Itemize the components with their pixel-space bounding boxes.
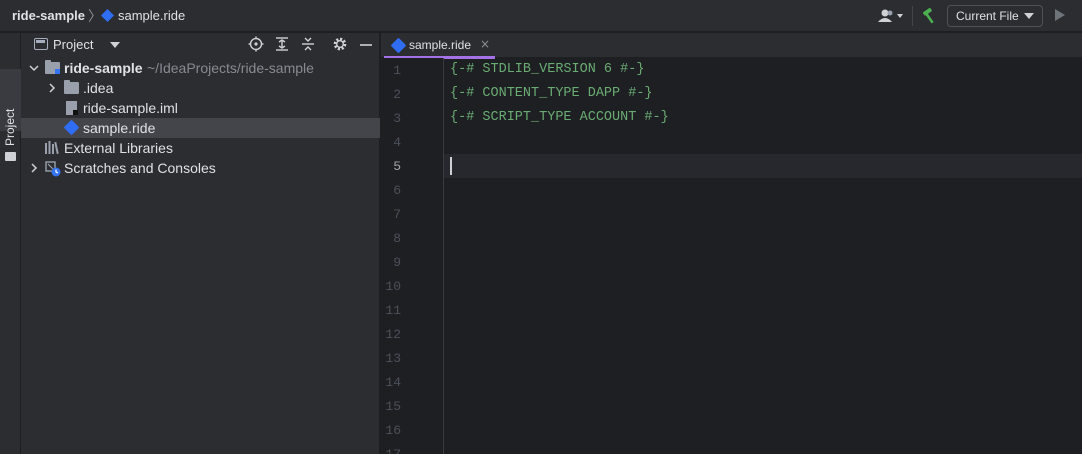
line-number: 6 <box>393 183 401 198</box>
folder-icon <box>5 152 16 161</box>
editor-tab-bar: sample.ride × <box>381 33 1082 59</box>
hammer-icon[interactable] <box>920 7 938 25</box>
line-number: 2 <box>393 87 401 102</box>
line-number: 13 <box>385 351 401 366</box>
run-configuration-select[interactable]: Current File <box>947 5 1043 27</box>
expand-all-icon[interactable] <box>274 36 290 52</box>
tree-item-sample-ride[interactable]: sample.ride <box>21 118 380 138</box>
project-tool-label: Project <box>3 108 17 146</box>
project-tool-tab[interactable]: Project <box>0 69 21 161</box>
line-number: 8 <box>393 231 401 246</box>
gear-icon[interactable] <box>332 36 348 52</box>
run-configuration-label: Current File <box>956 9 1019 23</box>
user-icon[interactable] <box>876 7 906 25</box>
chevron-down-icon[interactable] <box>110 42 120 48</box>
tab-label: sample.ride <box>409 38 472 52</box>
ride-file-icon <box>101 9 114 22</box>
tree-item-label: ride-sample.iml <box>83 100 178 116</box>
project-panel-header: Project <box>21 33 380 57</box>
iml-file-icon <box>66 101 78 115</box>
tree-item-label: Scratches and Consoles <box>64 160 216 176</box>
tree-item-path: ~/IdeaProjects/ride-sample <box>147 60 314 76</box>
line-number: 5 <box>393 159 401 174</box>
play-icon[interactable] <box>1055 9 1065 21</box>
chevron-down-icon <box>1024 13 1034 19</box>
line-number: 14 <box>385 375 401 390</box>
code-line: {-# SCRIPT_TYPE ACCOUNT #-} <box>450 110 669 125</box>
tree-item-label: sample.ride <box>83 120 156 136</box>
ride-file-icon <box>63 119 80 136</box>
tool-window-stripe: Project <box>0 33 21 454</box>
project-panel: Project ride-sample ~/IdeaProjects/ride-… <box>21 33 380 454</box>
line-number: 15 <box>385 399 401 414</box>
code-line: {-# CONTENT_TYPE DAPP #-} <box>450 86 653 101</box>
tree-item-iml[interactable]: ride-sample.iml <box>21 98 380 118</box>
line-number: 11 <box>385 303 401 318</box>
module-folder-icon <box>45 60 60 74</box>
tab-sample-ride[interactable]: sample.ride × <box>384 33 495 59</box>
line-number: 17 <box>381 447 401 454</box>
toolbar-divider <box>912 6 913 26</box>
chevron-right-icon[interactable] <box>46 82 58 94</box>
line-number: 1 <box>393 63 401 78</box>
tree-item-idea[interactable]: .idea <box>21 78 380 98</box>
ride-file-icon <box>390 37 407 54</box>
project-panel-title[interactable]: Project <box>53 37 93 52</box>
line-number: 9 <box>393 255 401 270</box>
navigation-bar: ride-sample 〉 sample.ride Current File <box>0 0 1082 32</box>
chevron-right-icon[interactable] <box>28 162 40 174</box>
editor-area: sample.ride × 1 2 3 4 5 6 7 8 9 10 11 12… <box>381 33 1082 454</box>
breadcrumb-file[interactable]: sample.ride <box>118 8 185 23</box>
line-number-gutter: 1 2 3 4 5 6 7 8 9 10 11 12 13 14 15 16 1… <box>381 58 444 454</box>
line-number: 16 <box>385 423 401 438</box>
tree-item-label: .idea <box>83 80 114 96</box>
minimize-icon[interactable] <box>358 36 374 52</box>
tree-item-scratches[interactable]: Scratches and Consoles <box>21 158 380 178</box>
locate-icon[interactable] <box>248 36 264 52</box>
collapse-all-icon[interactable] <box>300 36 316 52</box>
libraries-icon <box>45 141 60 155</box>
scratches-icon <box>45 161 61 177</box>
chevron-down-icon[interactable] <box>28 62 40 74</box>
tree-item-external-libraries[interactable]: External Libraries <box>21 138 380 158</box>
text-cursor <box>450 157 452 175</box>
tree-item-ride-sample[interactable]: ride-sample ~/IdeaProjects/ride-sample <box>21 58 380 78</box>
tree-item-label: External Libraries <box>64 140 173 156</box>
line-number: 12 <box>385 327 401 342</box>
breadcrumb-separator: 〉 <box>88 8 102 24</box>
line-number: 3 <box>393 111 401 126</box>
line-number: 7 <box>393 207 401 222</box>
tree-item-label: ride-sample <box>64 60 143 76</box>
breadcrumb-project[interactable]: ride-sample <box>12 8 85 23</box>
code-line: {-# STDLIB_VERSION 6 #-} <box>450 62 645 77</box>
close-icon[interactable]: × <box>480 37 490 51</box>
project-view-icon <box>34 38 48 50</box>
line-number: 10 <box>385 279 401 294</box>
line-number: 4 <box>393 135 401 150</box>
folder-icon <box>64 80 79 94</box>
current-line-highlight <box>381 154 1082 178</box>
